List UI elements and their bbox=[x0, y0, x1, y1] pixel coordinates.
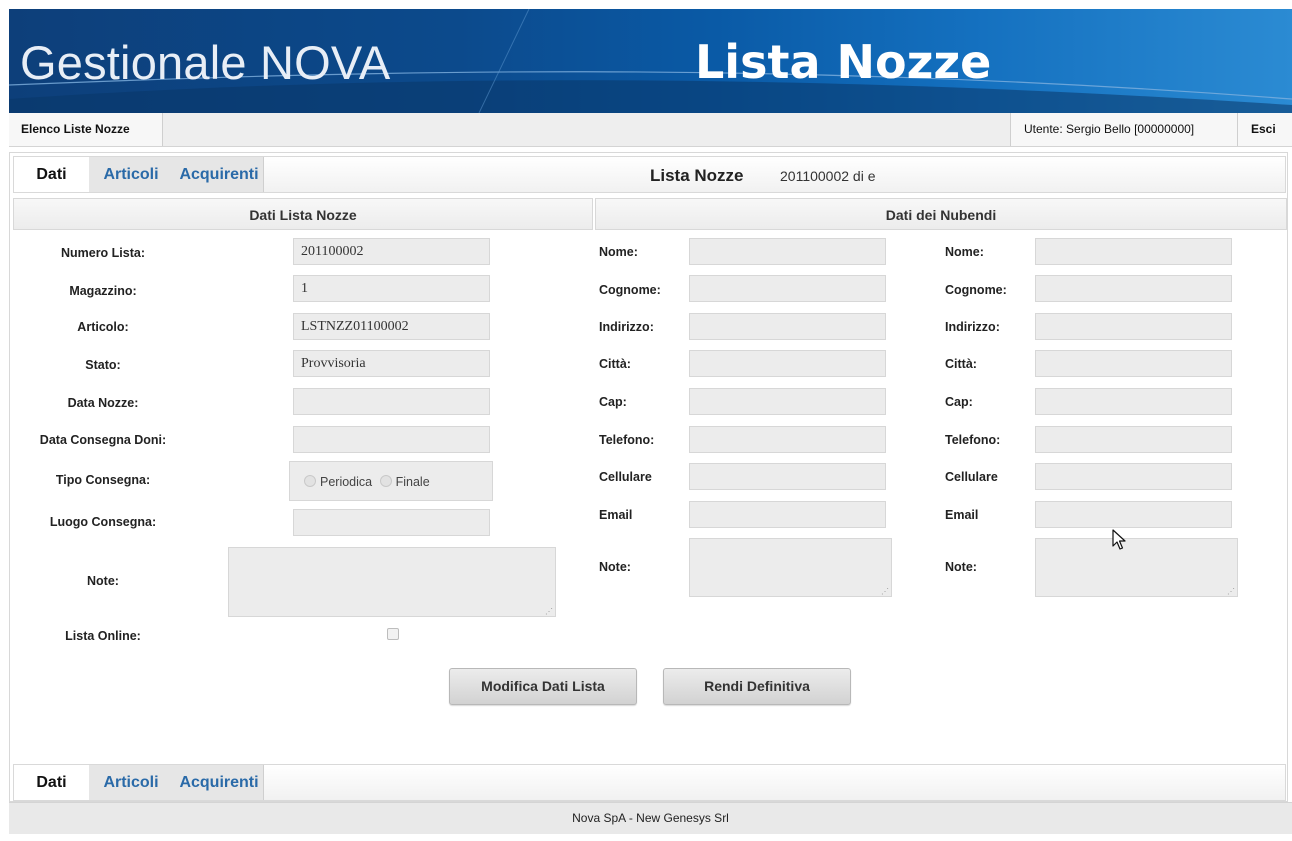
nubendo2-cap-label: Cap: bbox=[945, 395, 973, 409]
nubendo1-indirizzo-field[interactable] bbox=[689, 313, 886, 340]
articolo-label: Articolo: bbox=[77, 320, 129, 334]
nubendo1-cellulare-field[interactable] bbox=[689, 463, 886, 490]
tab-bar-top: Dati Articoli Acquirenti Lista Nozze 201… bbox=[13, 156, 1286, 193]
nubendo1-nome-field[interactable] bbox=[689, 238, 886, 265]
tab-acquirenti-bottom[interactable]: Acquirenti bbox=[174, 765, 264, 800]
elenco-liste-nozze-link[interactable]: Elenco Liste Nozze bbox=[9, 113, 163, 146]
data-nozze-label: Data Nozze: bbox=[67, 396, 139, 410]
note-label: Note: bbox=[87, 574, 119, 588]
luogo-consegna-field[interactable] bbox=[293, 509, 490, 536]
top-bar: Elenco Liste Nozze Utente: Sergio Bello … bbox=[9, 113, 1292, 147]
tab-dati[interactable]: Dati bbox=[14, 157, 89, 192]
nubendo1-telefono-field[interactable] bbox=[689, 426, 886, 453]
nubendo1-citta-label: Città: bbox=[599, 357, 631, 371]
nubendo2-note-label: Note: bbox=[945, 560, 977, 574]
nubendo2-note-textarea[interactable]: ⋰ bbox=[1035, 538, 1238, 597]
logout-button[interactable]: Esci bbox=[1238, 113, 1292, 146]
section-dati-nubendi: Dati dei Nubendi bbox=[595, 198, 1287, 230]
magazzino-label: Magazzino: bbox=[69, 284, 137, 298]
lista-online-checkbox[interactable] bbox=[387, 628, 399, 640]
nubendo2-citta-label: Città: bbox=[945, 357, 977, 371]
nubendo1-note-textarea[interactable]: ⋰ bbox=[689, 538, 892, 597]
nubendo2-cognome-label: Cognome: bbox=[945, 283, 1007, 297]
user-info: Utente: Sergio Bello [00000000] bbox=[1010, 113, 1238, 146]
rendi-definitiva-button[interactable]: Rendi Definitiva bbox=[663, 668, 851, 705]
nubendo1-cap-field[interactable] bbox=[689, 388, 886, 415]
data-consegna-doni-label: Data Consegna Doni: bbox=[39, 433, 167, 447]
nubendo1-cellulare-label: Cellulare bbox=[599, 470, 652, 484]
tab-articoli[interactable]: Articoli bbox=[98, 157, 164, 192]
note-textarea[interactable]: ⋰ bbox=[228, 547, 556, 617]
nubendo2-email-label: Email bbox=[945, 508, 979, 522]
nubendo1-note-label: Note: bbox=[599, 560, 631, 574]
tab-articoli-bottom[interactable]: Articoli bbox=[98, 765, 164, 800]
nubendo2-telefono-field[interactable] bbox=[1035, 426, 1232, 453]
nubendo2-indirizzo-field[interactable] bbox=[1035, 313, 1232, 340]
nubendo1-email-label: Email bbox=[599, 508, 633, 522]
periodica-label: Periodica bbox=[320, 475, 373, 489]
nubendo1-indirizzo-label: Indirizzo: bbox=[599, 320, 654, 334]
nubendo1-telefono-label: Telefono: bbox=[599, 433, 655, 447]
magazzino-field[interactable]: 1 bbox=[293, 275, 490, 302]
nubendo2-telefono-label: Telefono: bbox=[945, 433, 1001, 447]
header-banner: Gestionale NOVA Lista Nozze bbox=[9, 9, 1292, 113]
stato-field[interactable]: Provvisoria bbox=[293, 350, 490, 377]
periodica-radio[interactable] bbox=[304, 475, 316, 487]
nubendo2-email-field[interactable] bbox=[1035, 501, 1232, 528]
numero-lista-field[interactable]: 201100002 bbox=[293, 238, 490, 265]
resize-grip-icon: ⋰ bbox=[881, 587, 889, 596]
tab-acquirenti[interactable]: Acquirenti bbox=[174, 157, 264, 192]
module-title: Lista Nozze bbox=[695, 35, 992, 89]
nubendo2-cellulare-label: Cellulare bbox=[945, 470, 998, 484]
tipo-consegna-label: Tipo Consegna: bbox=[55, 473, 151, 487]
finale-label: Finale bbox=[395, 475, 430, 489]
modifica-dati-lista-button[interactable]: Modifica Dati Lista bbox=[449, 668, 637, 705]
finale-radio[interactable] bbox=[379, 475, 392, 487]
nubendo2-nome-label: Nome: bbox=[945, 245, 984, 259]
footer: Nova SpA - New Genesys Srl bbox=[9, 802, 1292, 834]
mouse-cursor-icon bbox=[1112, 529, 1126, 550]
app-name: Gestionale NOVA bbox=[20, 36, 391, 89]
nubendo1-citta-field[interactable] bbox=[689, 350, 886, 377]
lista-online-label: Lista Online: bbox=[65, 629, 141, 643]
data-consegna-doni-field[interactable] bbox=[293, 426, 490, 453]
data-nozze-field[interactable] bbox=[293, 388, 490, 415]
tipo-consegna-group: Periodica Finale bbox=[289, 461, 493, 501]
stato-label: Stato: bbox=[85, 358, 121, 372]
page-title: Lista Nozze bbox=[650, 166, 744, 185]
articolo-field[interactable]: LSTNZZ01100002 bbox=[293, 313, 490, 340]
nubendo2-cap-field[interactable] bbox=[1035, 388, 1232, 415]
tab-dati-bottom[interactable]: Dati bbox=[14, 765, 89, 800]
main-panel: Dati Articoli Acquirenti Lista Nozze 201… bbox=[9, 152, 1288, 802]
nubendo1-cognome-field[interactable] bbox=[689, 275, 886, 302]
nubendo2-cognome-field[interactable] bbox=[1035, 275, 1232, 302]
luogo-consegna-label: Luogo Consegna: bbox=[49, 515, 157, 529]
nubendo2-nome-field[interactable] bbox=[1035, 238, 1232, 265]
nubendo2-indirizzo-label: Indirizzo: bbox=[945, 320, 1000, 334]
numero-lista-label: Numero Lista: bbox=[60, 246, 146, 260]
resize-grip-icon: ⋰ bbox=[1227, 587, 1235, 596]
nubendo1-nome-label: Nome: bbox=[599, 245, 638, 259]
section-dati-lista-nozze: Dati Lista Nozze bbox=[13, 198, 593, 230]
list-code: 201100002 di e bbox=[780, 168, 876, 184]
nubendo2-citta-field[interactable] bbox=[1035, 350, 1232, 377]
nubendo1-email-field[interactable] bbox=[689, 501, 886, 528]
nubendo2-cellulare-field[interactable] bbox=[1035, 463, 1232, 490]
tab-bar-bottom: Dati Articoli Acquirenti bbox=[13, 764, 1286, 801]
nubendo1-cap-label: Cap: bbox=[599, 395, 627, 409]
nubendo1-cognome-label: Cognome: bbox=[599, 283, 661, 297]
resize-grip-icon: ⋰ bbox=[545, 607, 553, 616]
